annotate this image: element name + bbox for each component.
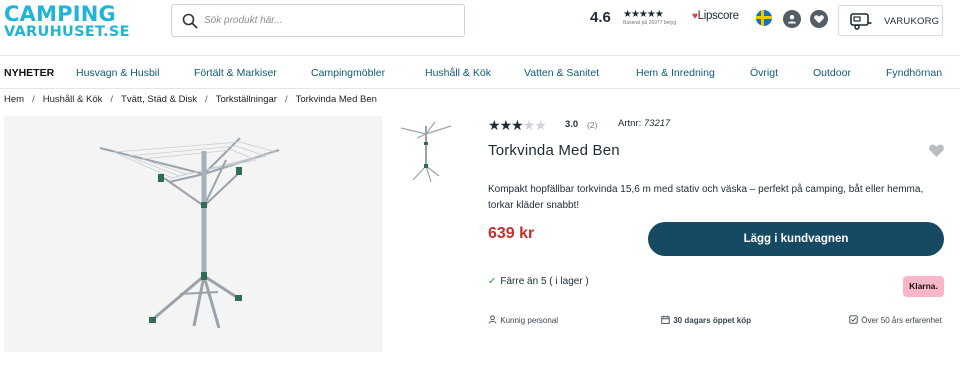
product-description: Kompakt hopfällbar torkvinda 15,6 m med … (488, 184, 924, 211)
nav-item-ovrigt[interactable]: Övrigt (750, 67, 778, 79)
store-rating-subtext: Baserat på 26977 betyg (623, 20, 677, 26)
usp-text: Över 50 års erfarenhet (861, 316, 942, 325)
article-number-label: Artnr: (618, 118, 642, 129)
product-title: Torkvinda Med Ben (488, 142, 620, 159)
store-rating-value: 4.6 (590, 9, 611, 26)
article-number: Artnr: 73217 (618, 118, 670, 129)
lipscore-logo: ♥Lipscore (692, 10, 739, 22)
nav-item-campingmobler[interactable]: Campingmöbler (311, 67, 385, 79)
main-navigation: NYHETER Husvagn & Husbil Förtält & Marki… (0, 55, 960, 89)
usp-text: 30 dagars öppet köp (673, 316, 752, 325)
breadcrumb-current: Torkvinda Med Ben (295, 94, 377, 105)
product-review-count[interactable]: (2) (587, 120, 597, 130)
product-rating-stars[interactable]: ★★★★★ (488, 117, 547, 134)
store-rating-widget[interactable]: ★★★★★ Baserat på 26977 betyg (623, 9, 685, 29)
site-header: CAMPING VARUHUSET.SE 4.6 ★★★★★ Baserat p… (0, 0, 960, 52)
cart-button[interactable]: VARUKORG (838, 5, 943, 36)
stock-text: Färre än 5 ( i lager ) (500, 276, 589, 287)
site-logo[interactable]: CAMPING VARUHUSET.SE (4, 2, 154, 41)
person-icon (488, 315, 497, 324)
search-icon[interactable] (181, 12, 199, 30)
breadcrumb: Hem / Hushåll & Kök / Tvätt, Städ & Disk / Tor… (4, 94, 377, 105)
sweden-flag-icon[interactable] (756, 10, 772, 26)
breadcrumb-item[interactable]: Hem (4, 94, 24, 105)
logo-line-1: CAMPING (4, 2, 116, 26)
star-empty-icon: ★ (522, 117, 536, 133)
search-input[interactable] (204, 5, 459, 36)
search-box (171, 4, 465, 37)
nav-item-husvagn-husbil[interactable]: Husvagn & Husbil (76, 67, 159, 79)
nav-item-vatten-sanitet[interactable]: Vatten & Sanitet (524, 67, 599, 79)
nav-item-nyheter[interactable]: NYHETER (4, 67, 54, 79)
heart-icon[interactable] (810, 10, 828, 28)
article-number-value: 73217 (643, 118, 671, 129)
user-icon[interactable] (783, 10, 801, 28)
nav-item-outdoor[interactable]: Outdoor (813, 67, 851, 79)
lipscore-label: Lipscore (697, 10, 739, 22)
star-icon: ★ (511, 117, 524, 133)
caravan-cart-icon (850, 13, 872, 30)
usp-item: 30 dagars öppet köp (661, 315, 751, 325)
checkmark-icon: ✓ (488, 276, 497, 287)
usp-item: Över 50 års erfarenhet (849, 315, 942, 325)
checkbox-icon (849, 315, 858, 324)
logo-line-2: VARUHUSET.SE (4, 24, 130, 40)
nav-item-hem-inredning[interactable]: Hem & Inredning (636, 67, 715, 79)
product-thumbnail[interactable] (393, 116, 456, 188)
store-rating-stars: ★★★★★ (623, 9, 664, 20)
product-main-image[interactable] (4, 116, 382, 352)
star-empty-icon: ★ (534, 117, 547, 133)
usp-item: Kunnig personal (488, 315, 558, 325)
nav-item-fortalt-markiser[interactable]: Förtält & Markiser (194, 67, 277, 79)
calendar-icon (661, 315, 670, 324)
breadcrumb-item[interactable]: Torkställningar (216, 94, 277, 105)
nav-item-fyndhornan[interactable]: Fyndhörnan (886, 67, 942, 79)
cart-label: VARUKORG (884, 16, 940, 27)
klarna-badge: Klarna. (903, 276, 944, 297)
star-icon: ★ (488, 117, 501, 133)
product-rating-value: 3.0 (565, 119, 579, 130)
star-icon: ★ (499, 117, 513, 133)
product-price: 639 kr (488, 225, 535, 242)
usp-text: Kunnig personal (500, 316, 559, 325)
breadcrumb-item[interactable]: Tvätt, Städ & Disk (121, 94, 197, 105)
nav-item-hushall-kok[interactable]: Hushåll & Kök (425, 67, 491, 79)
add-to-cart-button[interactable]: Lägg i kundvagnen (648, 222, 944, 256)
wishlist-heart-icon[interactable] (928, 143, 945, 158)
stock-status: ✓ Färre än 5 ( i lager ) (488, 276, 589, 287)
breadcrumb-item[interactable]: Hushåll & Kök (43, 94, 103, 105)
